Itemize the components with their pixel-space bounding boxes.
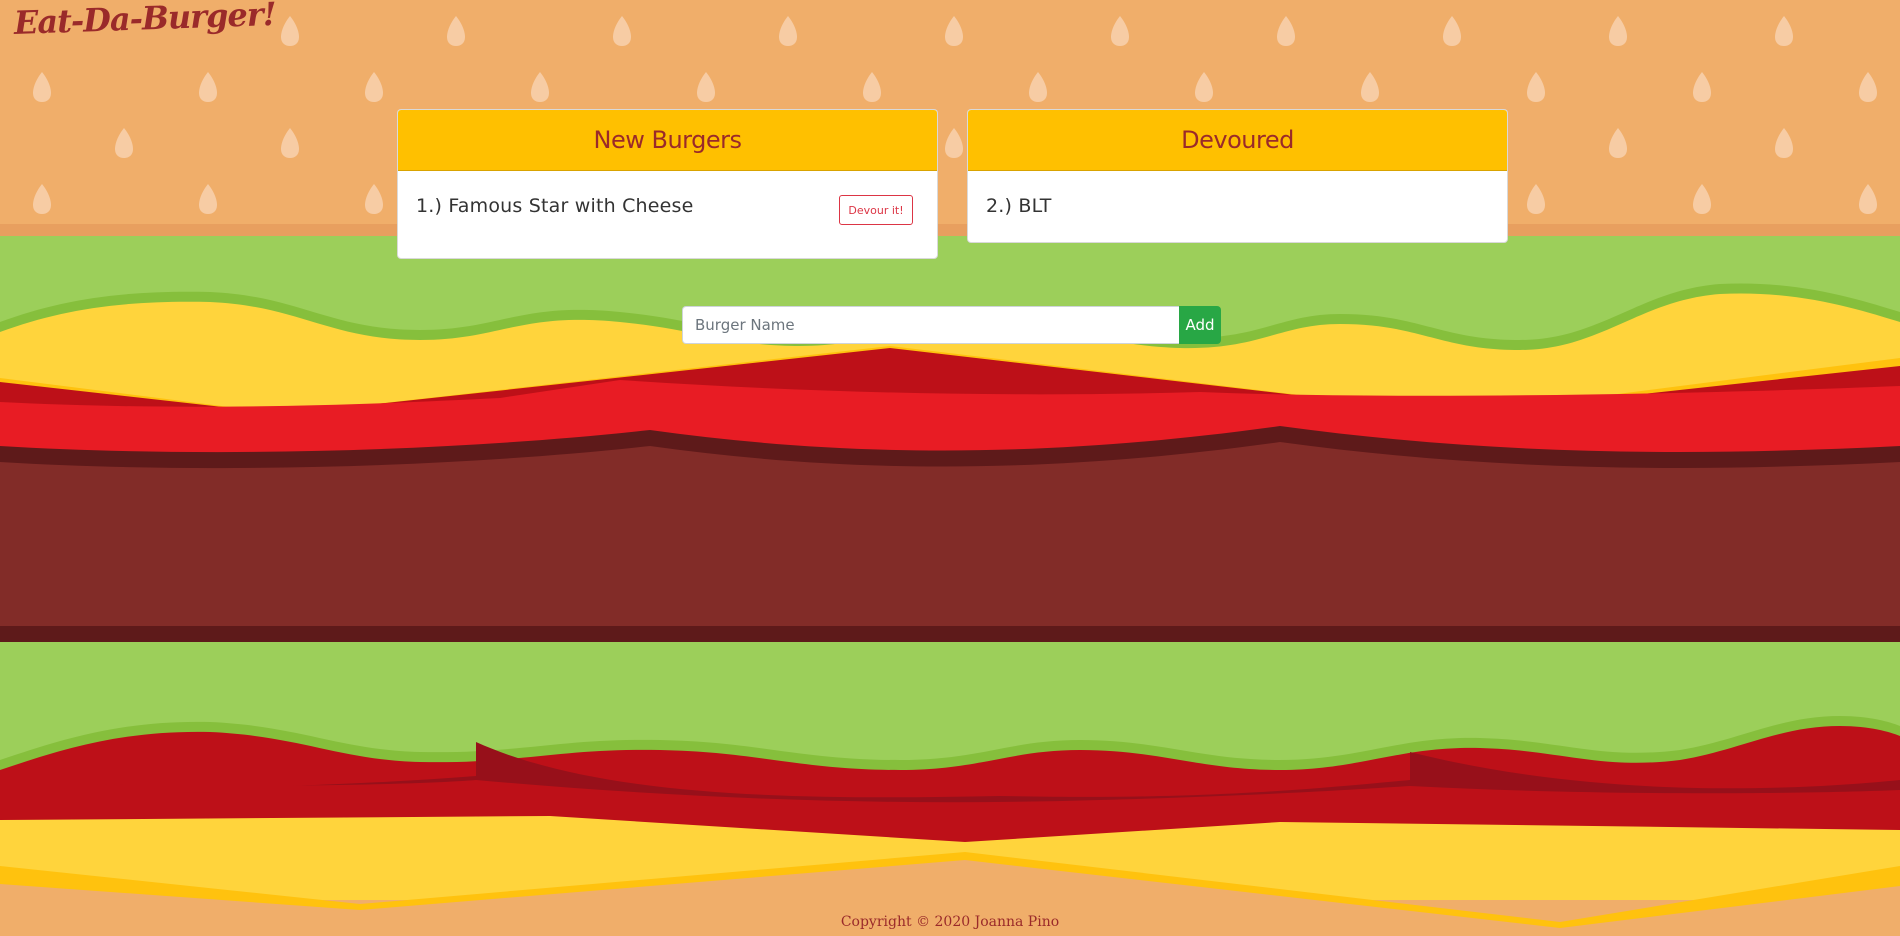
devoured-burger-item: 2.) BLT <box>986 195 1052 217</box>
new-burgers-header: New Burgers <box>398 110 937 171</box>
devoured-header: Devoured <box>968 110 1507 171</box>
devour-button[interactable]: Devour it! <box>839 195 913 225</box>
burger-background <box>0 0 1900 936</box>
page: Eat-Da-Burger! New Burgers 1.) Famous St… <box>0 0 1900 936</box>
devoured-panel: Devoured 2.) BLT <box>967 109 1508 243</box>
add-burger-form: Add <box>682 306 1221 344</box>
footer-copyright: Copyright © 2020 Joanna Pino <box>840 914 1060 930</box>
new-burgers-title: New Burgers <box>593 126 742 154</box>
add-button[interactable]: Add <box>1179 306 1221 344</box>
devoured-title: Devoured <box>1181 126 1294 154</box>
new-burger-item: 1.) Famous Star with Cheese <box>416 195 694 217</box>
new-burgers-panel: New Burgers 1.) Famous Star with Cheese … <box>397 109 938 259</box>
burger-name-input[interactable] <box>682 306 1179 344</box>
